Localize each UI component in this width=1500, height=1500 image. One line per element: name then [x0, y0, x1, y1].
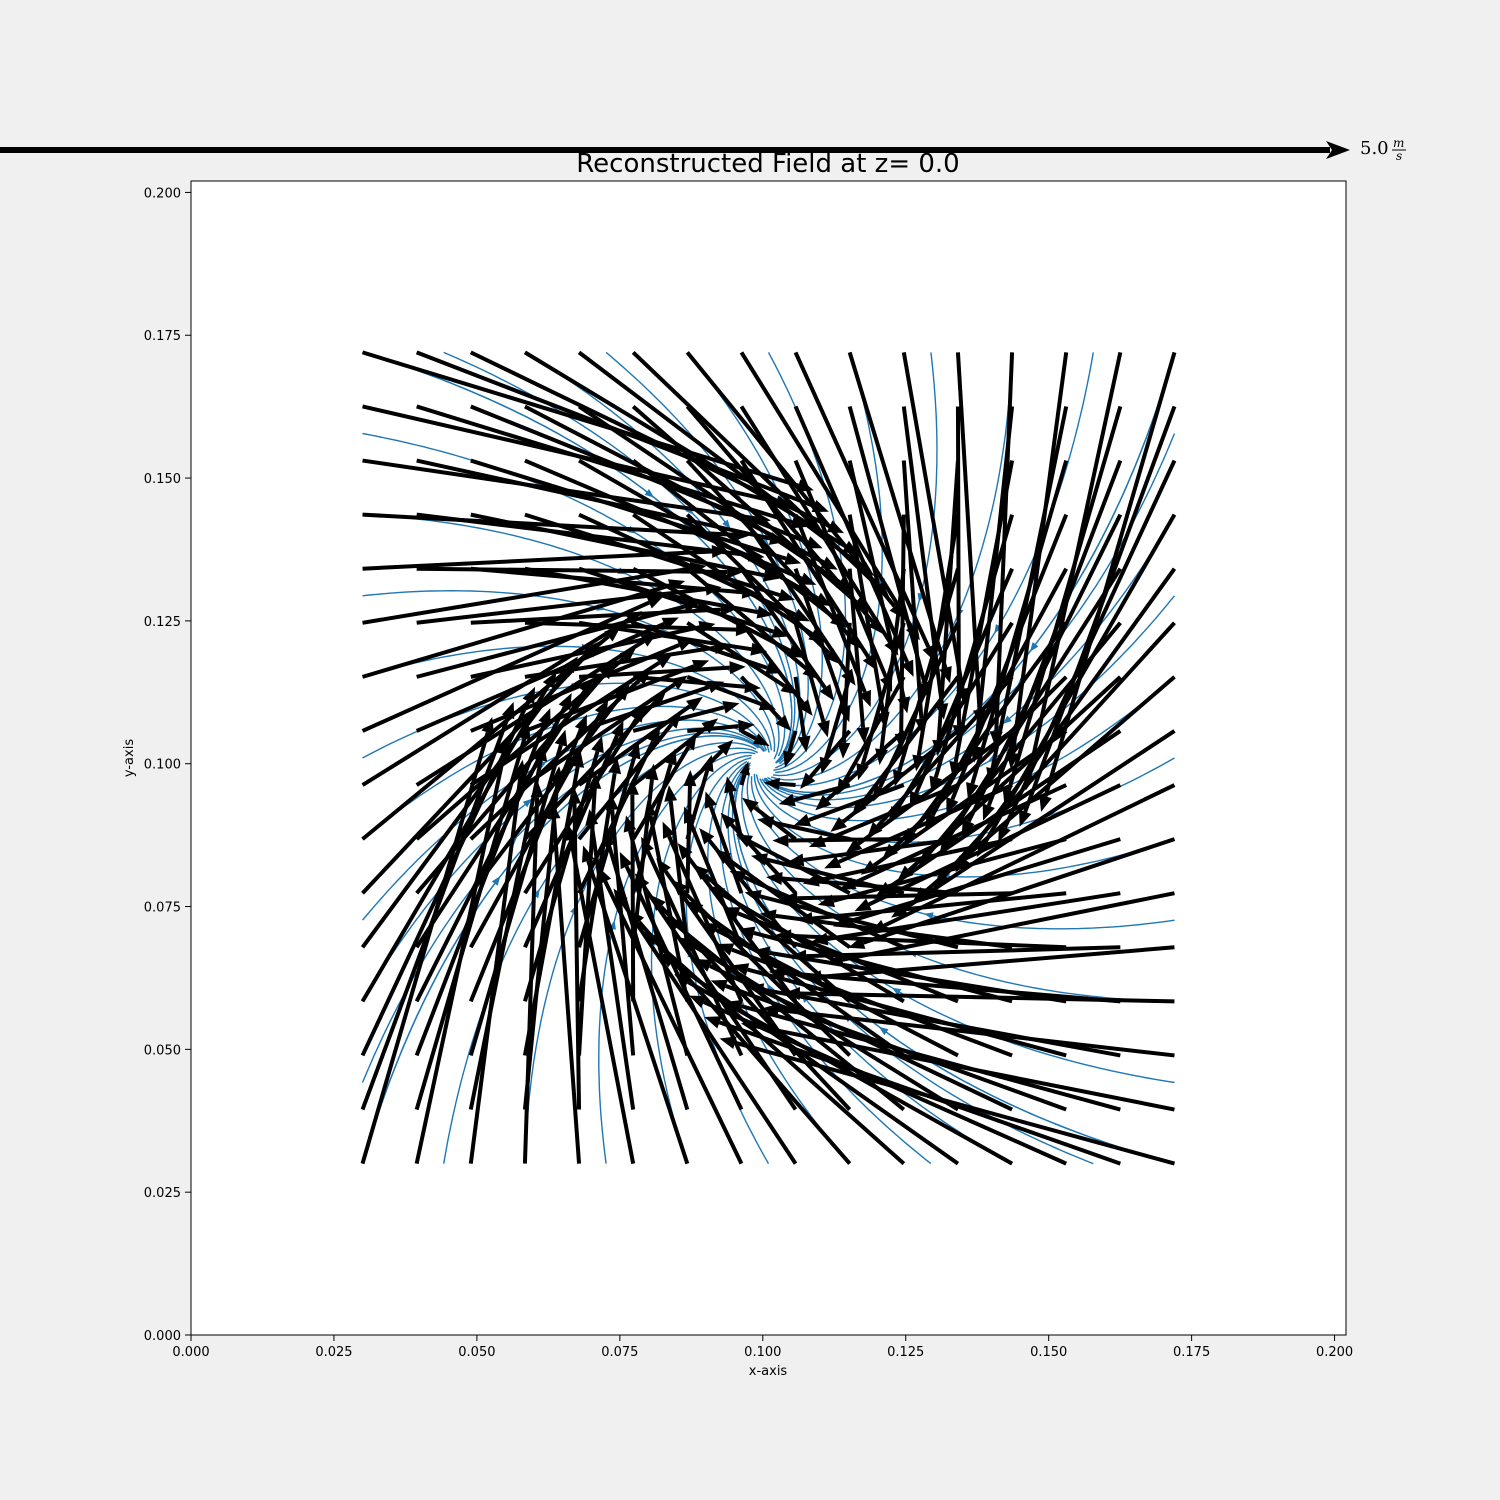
- y-tick-label: 0.100: [144, 758, 181, 773]
- y-tick-label: 0.050: [144, 1043, 181, 1058]
- x-tick-label: 0.100: [744, 1345, 781, 1360]
- x-tick-label: 0.125: [887, 1345, 924, 1360]
- y-tick-label: 0.000: [144, 1329, 181, 1344]
- quiver-key-unit-num: m: [1393, 136, 1404, 150]
- quiver-key-label: 5.0: [1360, 138, 1389, 159]
- x-tick-label: 0.050: [458, 1345, 495, 1360]
- chart-title: Reconstructed Field at z= 0.0: [576, 149, 959, 179]
- y-tick-label: 0.125: [144, 615, 181, 630]
- y-tick-label: 0.075: [144, 901, 181, 916]
- x-tick-label: 0.150: [1030, 1345, 1067, 1360]
- x-tick-label: 0.000: [172, 1345, 209, 1360]
- x-tick-label: 0.075: [601, 1345, 638, 1360]
- y-tick-label: 0.175: [144, 329, 181, 344]
- x-tick-label: 0.025: [315, 1345, 352, 1360]
- y-axis-label: y-axis: [122, 739, 137, 777]
- y-ticks: 0.000 0.025 0.050 0.075 0.100 0.125 0.150 0.175…: [144, 186, 191, 1344]
- x-tick-label: 0.200: [1316, 1345, 1353, 1360]
- y-tick-label: 0.025: [144, 1186, 181, 1201]
- y-tick-label: 0.150: [144, 472, 181, 487]
- quiver-arrow-shaft: [955, 406, 961, 726]
- x-tick-label: 0.175: [1173, 1345, 1210, 1360]
- figure: 0.000 0.025 0.050 0.075 0.100 0.125 0.150 0.175…: [0, 136, 1406, 1379]
- quiver-arrow-shaft: [899, 514, 906, 735]
- x-ticks: 0.000 0.025 0.050 0.075 0.100 0.125 0.150 0.175…: [172, 1335, 1353, 1360]
- quiver-key-unit-den: s: [1396, 149, 1402, 163]
- x-axis-label: x-axis: [749, 1364, 788, 1379]
- quiver-arrow-shaft: [779, 781, 796, 788]
- y-tick-label: 0.200: [144, 186, 181, 201]
